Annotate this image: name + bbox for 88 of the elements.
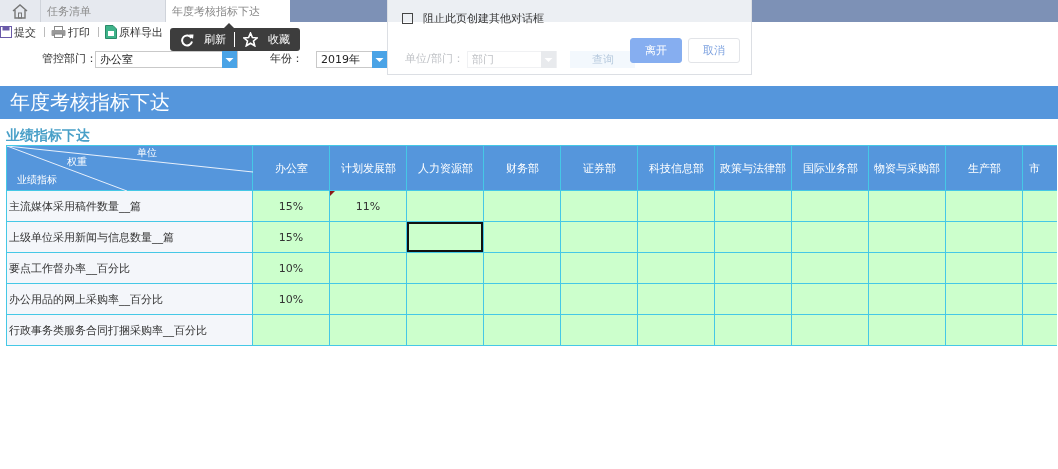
table-cell[interactable]	[560, 252, 638, 284]
dropdown-field[interactable]: 2019年	[316, 50, 388, 68]
column-header: 物资与采购部	[868, 145, 946, 191]
column-header: 科技信息部	[637, 145, 715, 191]
table-cell[interactable]	[637, 221, 715, 253]
table-cell[interactable]	[714, 190, 792, 222]
page-title: 年度考核指标下达	[10, 89, 170, 116]
table-cell[interactable]	[483, 283, 561, 315]
table-cell[interactable]	[483, 221, 561, 253]
table-cell[interactable]	[791, 221, 869, 253]
column-header: 政策与法律部	[714, 145, 792, 191]
table-cell[interactable]	[791, 190, 869, 222]
row-label: 行政事务类服务合同打捆采购率__百分比	[6, 314, 253, 346]
table-cell[interactable]	[329, 283, 407, 315]
star-icon	[243, 32, 258, 47]
table-cell[interactable]: 15%	[252, 221, 330, 253]
table-cell[interactable]: 11%	[329, 190, 407, 222]
dropdown-field[interactable]: 办公室	[95, 50, 238, 68]
field-label: 年份：	[270, 52, 304, 66]
table-cell[interactable]	[714, 252, 792, 284]
corner-label: 业绩指标	[17, 173, 57, 187]
table-cell[interactable]	[791, 314, 869, 346]
table-cell[interactable]	[868, 283, 946, 315]
table-cell[interactable]: 10%	[252, 283, 330, 315]
table-cell[interactable]	[406, 314, 484, 346]
section-title: 业绩指标下达	[6, 127, 90, 143]
table-cell[interactable]	[868, 252, 946, 284]
table-cell[interactable]	[329, 221, 407, 253]
table-cell[interactable]	[791, 252, 869, 284]
table-cell[interactable]	[868, 314, 946, 346]
table-cell[interactable]	[791, 283, 869, 315]
table-cell[interactable]	[945, 283, 1023, 315]
table-cell[interactable]	[945, 221, 1023, 253]
column-header: 计划发展部	[329, 145, 407, 191]
row-label: 上级单位采用新闻与信息数量__篇	[6, 221, 253, 253]
table-cell[interactable]: 10%	[252, 252, 330, 284]
table-cell[interactable]	[945, 190, 1023, 222]
table-cell[interactable]	[714, 283, 792, 315]
row-label: 主流媒体采用稿件数量__篇	[6, 190, 253, 222]
table-cell[interactable]	[637, 190, 715, 222]
toolbar-button[interactable]: 提交	[0, 23, 40, 41]
table-cell[interactable]	[714, 221, 792, 253]
column-header: 证券部	[560, 145, 638, 191]
refresh-icon	[180, 32, 194, 47]
table-cell[interactable]	[483, 252, 561, 284]
toolbar-button[interactable]: 原样导出	[105, 23, 167, 41]
corner-label: 权重	[67, 155, 87, 169]
table-cell[interactable]	[483, 314, 561, 346]
table-cell[interactable]	[637, 283, 715, 315]
corner-label: 单位	[137, 146, 157, 160]
table-cell[interactable]	[406, 283, 484, 315]
table-cell[interactable]	[637, 252, 715, 284]
table-cell[interactable]	[714, 314, 792, 346]
table-cell[interactable]	[560, 221, 638, 253]
row-label: 要点工作督办率__百分比	[6, 252, 253, 284]
table-cell[interactable]	[406, 190, 484, 222]
popup-menu-item[interactable]: 收藏	[239, 29, 294, 50]
table-cell[interactable]	[329, 252, 407, 284]
table-cell[interactable]	[560, 283, 638, 315]
table-cell[interactable]	[945, 314, 1023, 346]
checkbox[interactable]: 阻止此页创建其他对话框	[388, 11, 544, 26]
table-cell[interactable]: 15%	[252, 190, 330, 222]
home-icon	[11, 3, 29, 19]
table-cell[interactable]	[868, 221, 946, 253]
column-header: 市	[1022, 145, 1057, 191]
spreadsheet-file-icon	[105, 25, 117, 39]
table-cell[interactable]	[483, 190, 561, 222]
table-cell[interactable]	[406, 252, 484, 284]
table-cell[interactable]	[560, 314, 638, 346]
table-cell[interactable]	[329, 314, 407, 346]
column-header: 人力资源部	[406, 145, 484, 191]
popup-menu-item[interactable]: 刷新	[176, 29, 230, 50]
table-cell[interactable]	[560, 190, 638, 222]
row-label: 办公用品的网上采购率__百分比	[6, 283, 253, 315]
column-header: 财务部	[483, 145, 561, 191]
table-cell[interactable]	[252, 314, 330, 346]
toolbar-button[interactable]: 打印	[51, 23, 94, 41]
table-cell[interactable]	[868, 190, 946, 222]
field-label: 管控部门：	[42, 52, 95, 66]
table-cell[interactable]	[637, 314, 715, 346]
column-header: 生产部	[945, 145, 1023, 191]
home-tab[interactable]	[0, 0, 40, 22]
table-cell[interactable]	[945, 252, 1023, 284]
table-cell[interactable]	[406, 221, 484, 253]
tab[interactable]: 年度考核指标下达	[165, 0, 290, 22]
column-header: 国际业务部	[791, 145, 869, 191]
column-header: 办公室	[252, 145, 330, 191]
printer-icon	[51, 26, 66, 38]
